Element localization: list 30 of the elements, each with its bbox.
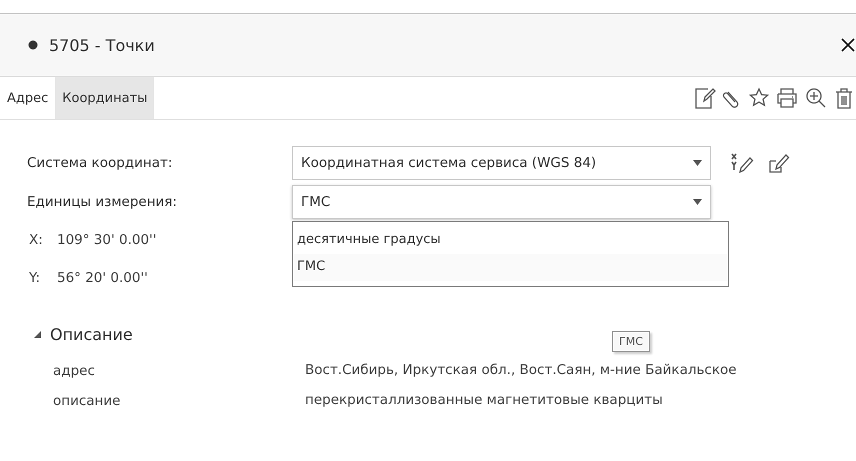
map-pencil-icon[interactable]	[767, 152, 791, 174]
tab[interactable]: Адрес	[0, 77, 56, 119]
select-field[interactable]: Координатная система сервиса (WGS 84)	[292, 146, 711, 180]
trash-icon[interactable]	[833, 86, 855, 110]
collapse-triangle-icon[interactable]	[33, 330, 42, 338]
coordinate-value: 109° 30' 0.00''	[57, 232, 156, 248]
section-title: Описание	[50, 324, 133, 344]
print-icon[interactable]	[775, 86, 799, 110]
property-value: Вост.Сибирь, Иркутская обл., Вост.Саян, м-ние Байкальское	[305, 363, 738, 379]
property-value: перекристаллизованные магнетитовые кварциты	[305, 393, 664, 409]
dropdown-option[interactable]: десятичные градусы	[293, 226, 728, 254]
close-icon[interactable]	[841, 38, 855, 52]
property-name: описание	[53, 393, 122, 409]
coordinate-value: 56° 20' 0.00''	[57, 270, 148, 286]
dot-icon	[28, 40, 38, 50]
caret-icon	[693, 198, 702, 204]
xy-pencil-icon[interactable]	[731, 152, 755, 174]
dropdown-option[interactable]: ГМС	[293, 254, 728, 280]
field-label: Система координат:	[27, 154, 174, 170]
tooltip: ГМС	[612, 331, 650, 352]
zoom-in-icon[interactable]	[804, 86, 828, 110]
field-label: Единицы измерения:	[27, 194, 178, 210]
edit-icon[interactable]	[694, 86, 716, 110]
window-title: 5705 - Точки	[49, 36, 155, 54]
axis-label: X:	[29, 232, 44, 248]
axis-label: Y:	[29, 270, 42, 286]
tab[interactable]: Координаты	[55, 77, 154, 119]
caret-icon	[693, 160, 702, 166]
property-name: адрес	[53, 363, 96, 379]
select-field[interactable]: ГМС	[292, 184, 711, 218]
